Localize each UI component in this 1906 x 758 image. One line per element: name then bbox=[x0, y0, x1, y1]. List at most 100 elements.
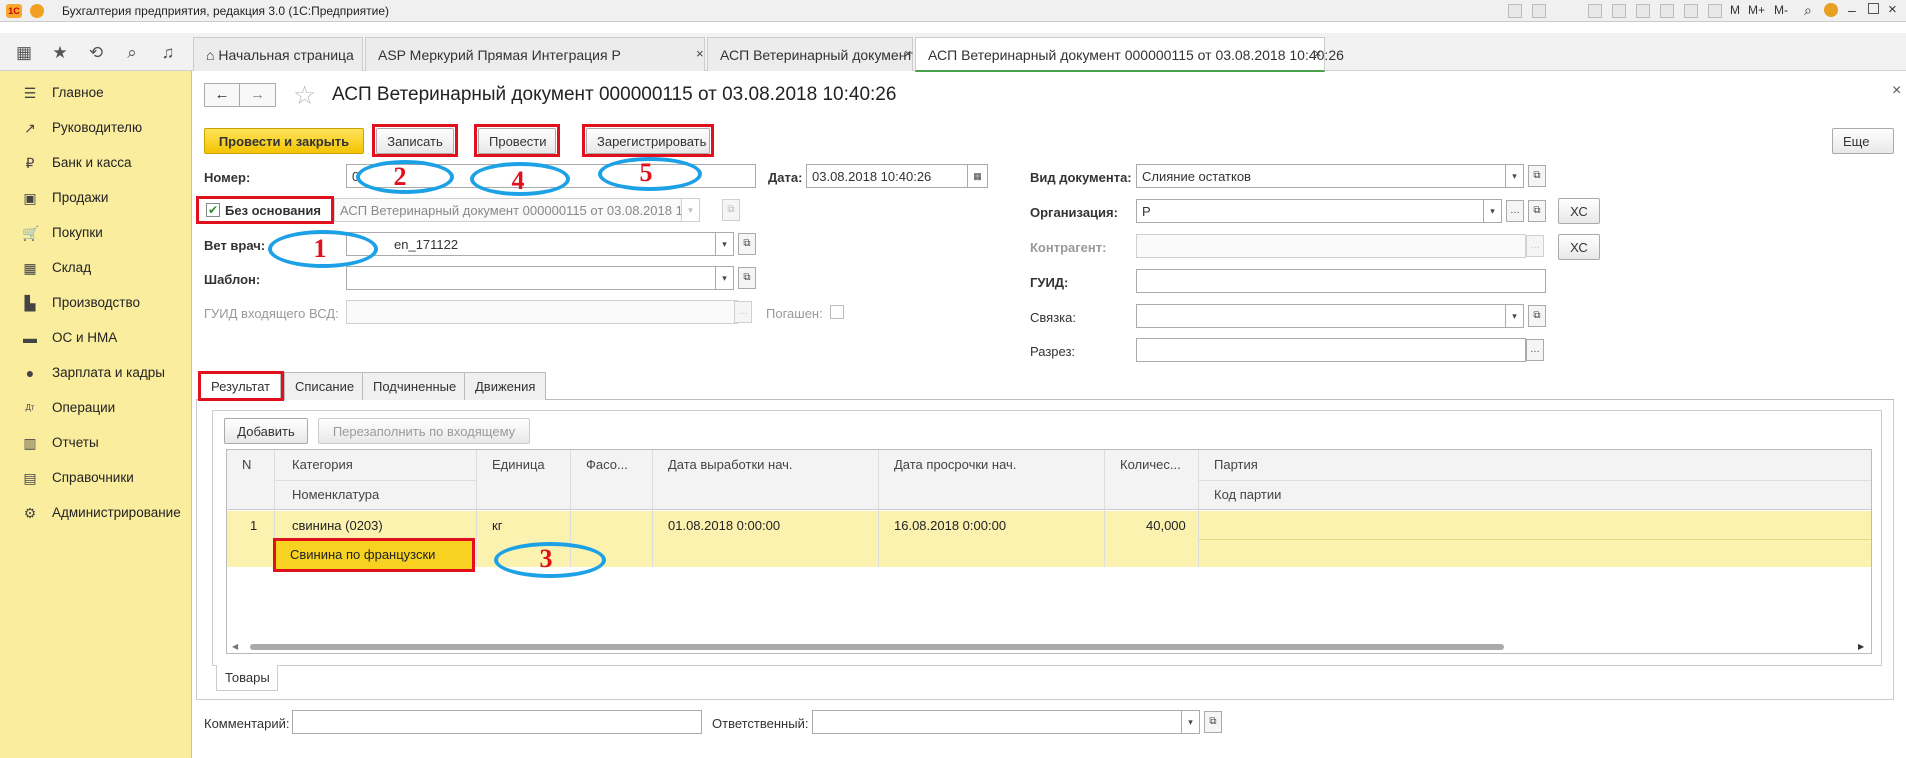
sidebar-item-5[interactable]: ▦ Склад bbox=[0, 251, 192, 285]
sidebar-item-6[interactable]: ▙ Производство bbox=[0, 286, 192, 320]
organization-dropdown-icon[interactable]: ▾ bbox=[1484, 199, 1502, 223]
star-icon[interactable]: ★ bbox=[50, 43, 70, 63]
search-icon[interactable]: ⌕ bbox=[122, 43, 142, 63]
paid-checkbox[interactable] bbox=[830, 305, 844, 319]
cell-n[interactable]: 1 bbox=[250, 518, 257, 533]
calendar-picker-icon[interactable]: ▦ bbox=[968, 164, 988, 188]
sidebar-item-0[interactable]: ☰ Главное bbox=[0, 76, 192, 110]
cell-exp-date[interactable]: 16.08.2018 0:00:00 bbox=[894, 518, 1006, 533]
responsible-open-icon[interactable]: ⧉ bbox=[1204, 711, 1222, 733]
tab-asp-mercury[interactable]: ASP Меркурий Прямая Интеграция Р × bbox=[365, 37, 705, 71]
comment-field[interactable] bbox=[292, 710, 702, 734]
post-and-close-button[interactable]: Провести и закрыть bbox=[204, 128, 364, 154]
guid-field[interactable] bbox=[1136, 269, 1546, 293]
sidebar-item-1[interactable]: ↗ Руководителю bbox=[0, 111, 192, 145]
memory-m-button[interactable]: M bbox=[1730, 3, 1740, 17]
section-field[interactable] bbox=[1136, 338, 1526, 362]
col-header-n[interactable]: N bbox=[242, 457, 251, 472]
col-header-unit[interactable]: Единица bbox=[492, 457, 545, 472]
maximize-icon[interactable] bbox=[1868, 3, 1879, 14]
save-button[interactable]: Записать bbox=[376, 128, 454, 154]
tab-home[interactable]: ⌂ Начальная страница bbox=[193, 37, 363, 71]
col-header-qty[interactable]: Количес... bbox=[1120, 457, 1181, 472]
apps-grid-icon[interactable]: ▦ bbox=[14, 43, 34, 63]
col-header-batch-code[interactable]: Код партии bbox=[1214, 487, 1281, 502]
zoom-icon[interactable]: ⌕ bbox=[1804, 2, 1812, 19]
link-open-icon[interactable]: ⧉ bbox=[1528, 305, 1546, 327]
col-header-nomenclature[interactable]: Номенклатура bbox=[292, 487, 379, 502]
responsible-field[interactable] bbox=[812, 710, 1182, 734]
grid-horizontal-scrollbar[interactable]: ◀ ▶ bbox=[232, 642, 1868, 652]
sidebar-item-9[interactable]: Дт Операции bbox=[0, 391, 192, 425]
save-icon[interactable] bbox=[1508, 4, 1522, 18]
sidebar-item-3[interactable]: ▣ Продажи bbox=[0, 181, 192, 215]
tab-goods[interactable]: Товары bbox=[216, 665, 278, 691]
tab-vet-doc-115[interactable]: АСП Ветеринарный документ 000000115 от 0… bbox=[915, 37, 1344, 72]
scroll-thumb[interactable] bbox=[250, 644, 1504, 650]
doc-type-dropdown-icon[interactable]: ▾ bbox=[1506, 164, 1524, 188]
close-tab-icon[interactable]: × bbox=[1314, 46, 1322, 61]
organization-select-icon[interactable]: … bbox=[1506, 200, 1524, 222]
col-header-packing[interactable]: Фасо... bbox=[586, 457, 628, 472]
memory-mplus-button[interactable]: M+ bbox=[1748, 3, 1765, 17]
sidebar-item-8[interactable]: ● Зарплата и кадры bbox=[0, 356, 192, 390]
memory-mminus-button[interactable]: M- bbox=[1774, 3, 1788, 17]
cell-nomenclature[interactable]: Свинина по французски bbox=[290, 547, 435, 562]
section-select-icon[interactable]: … bbox=[1526, 339, 1544, 361]
minimize-icon[interactable]: – bbox=[1848, 2, 1856, 18]
sidebar-item-2[interactable]: ₽ Банк и касса bbox=[0, 146, 192, 180]
bell-icon[interactable]: ♫ bbox=[158, 43, 178, 63]
tab-subordinate[interactable]: Подчиненные bbox=[362, 372, 468, 400]
register-button[interactable]: Зарегистрировать bbox=[586, 128, 710, 154]
forward-button[interactable]: → bbox=[240, 83, 276, 107]
cell-category[interactable]: свинина (0203) bbox=[292, 518, 383, 533]
template-open-icon[interactable]: ⧉ bbox=[738, 267, 756, 289]
close-form-icon[interactable]: × bbox=[1892, 82, 1901, 100]
sidebar-item-12[interactable]: ⚙ Администрирование bbox=[0, 496, 192, 530]
scroll-left-arrow-icon[interactable]: ◀ bbox=[232, 642, 238, 651]
template-dropdown-icon[interactable]: ▾ bbox=[716, 266, 734, 290]
doc-type-open-icon[interactable]: ⧉ bbox=[1528, 165, 1546, 187]
organization-field[interactable]: Р bbox=[1136, 199, 1484, 223]
back-button[interactable]: ← bbox=[204, 83, 240, 107]
post-button[interactable]: Провести bbox=[478, 128, 556, 154]
cell-unit[interactable]: кг bbox=[492, 518, 502, 533]
add-row-button[interactable]: Добавить bbox=[224, 418, 308, 444]
attach-icon[interactable] bbox=[1636, 4, 1650, 18]
main-menu-icon[interactable] bbox=[30, 4, 44, 18]
date-field[interactable]: 03.08.2018 10:40:26 bbox=[806, 164, 968, 188]
organization-open-icon[interactable]: ⧉ bbox=[1528, 200, 1546, 222]
history-icon[interactable]: ⟲ bbox=[86, 43, 106, 63]
col-header-exp-date[interactable]: Дата просрочки нач. bbox=[894, 457, 1016, 472]
contractor-xc-button[interactable]: ХС bbox=[1558, 234, 1600, 260]
cell-prod-date[interactable]: 01.08.2018 0:00:00 bbox=[668, 518, 780, 533]
sidebar-item-11[interactable]: ▤ Справочники bbox=[0, 461, 192, 495]
sidebar-item-4[interactable]: 🛒 Покупки bbox=[0, 216, 192, 250]
link-field[interactable] bbox=[1136, 304, 1506, 328]
table-icon[interactable] bbox=[1660, 4, 1674, 18]
scroll-right-arrow-icon[interactable]: ▶ bbox=[1858, 642, 1864, 651]
organization-xc-button[interactable]: ХС bbox=[1558, 198, 1600, 224]
mail-icon[interactable] bbox=[1612, 4, 1626, 18]
calculator-icon[interactable] bbox=[1708, 4, 1722, 18]
favorite-star-icon[interactable]: ☆ bbox=[293, 80, 316, 111]
print-icon[interactable] bbox=[1532, 4, 1546, 18]
doc-type-field[interactable]: Слияние остатков bbox=[1136, 164, 1506, 188]
col-header-batch[interactable]: Партия bbox=[1214, 457, 1258, 472]
sidebar-item-7[interactable]: ▬ ОС и НМА bbox=[0, 321, 192, 355]
tab-movements[interactable]: Движения bbox=[464, 372, 547, 400]
close-tab-icon[interactable]: × bbox=[696, 46, 704, 61]
template-field[interactable] bbox=[346, 266, 716, 290]
cell-qty[interactable]: 40,000 bbox=[1146, 518, 1186, 533]
responsible-dropdown-icon[interactable]: ▾ bbox=[1182, 710, 1200, 734]
tab-write-off[interactable]: Списание bbox=[284, 372, 366, 400]
calendar-icon[interactable] bbox=[1684, 4, 1698, 18]
close-tab-icon[interactable]: × bbox=[904, 46, 912, 61]
vet-doctor-dropdown-icon[interactable]: ▾ bbox=[716, 232, 734, 256]
no-basis-checkbox[interactable]: ✔ bbox=[206, 203, 220, 217]
tab-vet-doc-list[interactable]: АСП Ветеринарный документ × bbox=[707, 37, 913, 71]
sidebar-item-10[interactable]: ▥ Отчеты bbox=[0, 426, 192, 460]
vet-doctor-field[interactable]: en_171122 bbox=[346, 232, 716, 256]
info-icon[interactable] bbox=[1824, 3, 1838, 17]
link-icon[interactable] bbox=[1588, 4, 1602, 18]
